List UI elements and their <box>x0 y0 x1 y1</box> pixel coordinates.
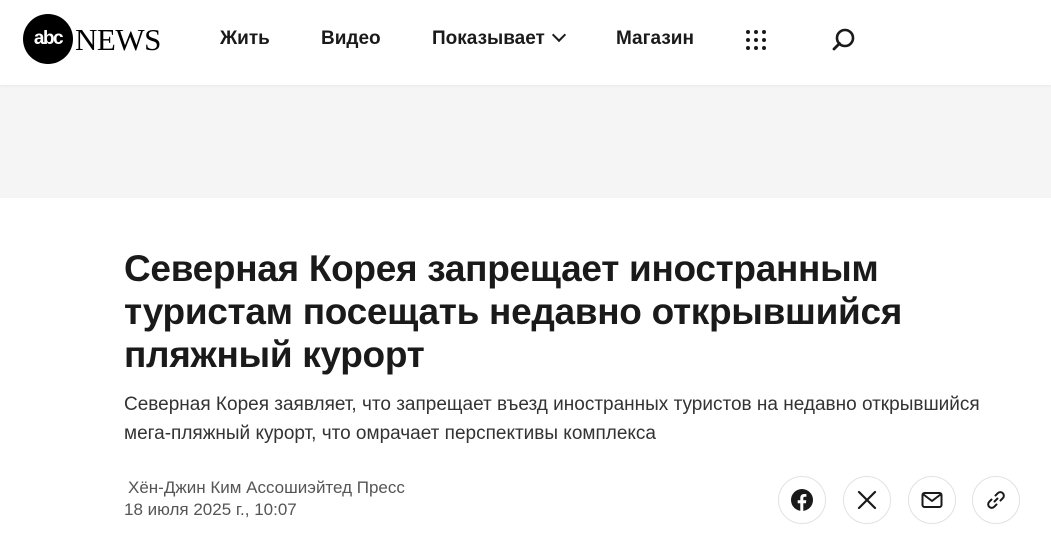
logo-badge: abc <box>23 14 73 64</box>
article-headline: Северная Корея запрещает иностранным тур… <box>124 248 903 375</box>
logo-wordmark: NEWS <box>75 21 161 57</box>
abc-news-logo[interactable]: abc NEWS <box>23 14 161 64</box>
nav-item-shows-label: Показывает <box>432 28 545 49</box>
site-header: abc NEWS Жить Видео Показывает Магазин <box>0 0 1051 85</box>
article-byline[interactable]: Хён-Джин Ким Ассошиэйтед Пресс <box>128 478 405 498</box>
share-x-button[interactable] <box>843 476 891 524</box>
nav-item-live[interactable]: Жить <box>220 28 270 50</box>
grid-dots-icon[interactable] <box>745 29 767 51</box>
share-link-button[interactable] <box>972 476 1020 524</box>
ad-placeholder <box>0 85 1051 198</box>
nav-item-video[interactable]: Видео <box>321 28 381 50</box>
nav-item-shop[interactable]: Магазин <box>616 28 694 50</box>
email-icon <box>921 492 943 508</box>
x-icon <box>857 490 877 510</box>
facebook-icon <box>791 489 813 511</box>
share-email-button[interactable] <box>908 476 956 524</box>
link-icon <box>987 491 1005 509</box>
article-date: 18 июля 2025 г., 10:07 <box>124 500 297 519</box>
search-icon[interactable] <box>831 27 857 53</box>
chevron-down-icon <box>551 27 566 43</box>
article-subheadline: Северная Корея заявляет, что запрещает в… <box>124 394 980 444</box>
nav-item-shows[interactable]: Показывает <box>432 27 566 50</box>
share-facebook-button[interactable] <box>778 476 826 524</box>
